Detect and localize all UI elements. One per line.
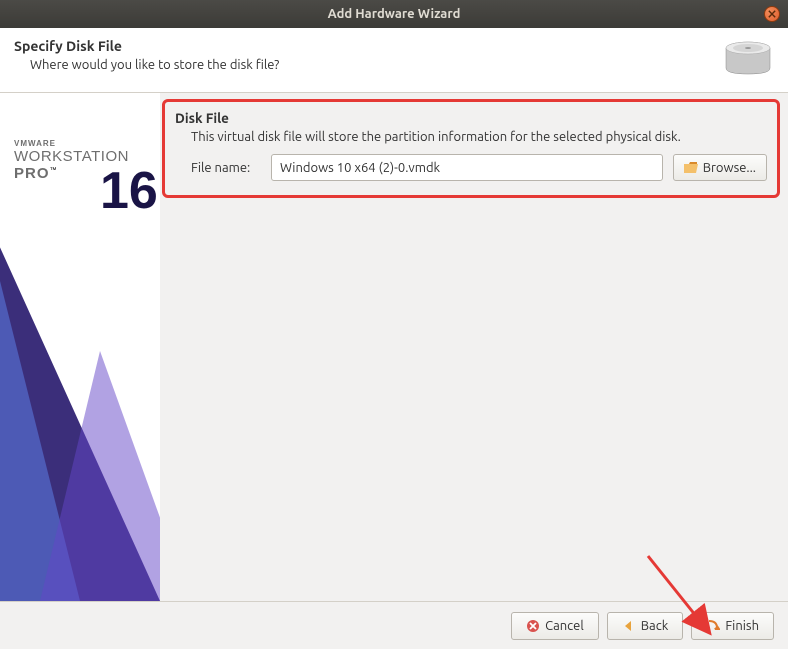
finish-label: Finish bbox=[725, 619, 759, 633]
browse-label: Browse... bbox=[703, 161, 756, 175]
cancel-icon bbox=[526, 619, 540, 633]
back-icon bbox=[622, 619, 636, 633]
browse-button[interactable]: Browse... bbox=[673, 154, 767, 181]
window-title: Add Hardware Wizard bbox=[328, 7, 461, 21]
page-title: Specify Disk File bbox=[14, 38, 279, 54]
version-number: 16 bbox=[100, 161, 158, 221]
back-button[interactable]: Back bbox=[607, 612, 684, 640]
section-title: Disk File bbox=[175, 110, 767, 126]
file-name-input[interactable] bbox=[271, 154, 663, 181]
titlebar: Add Hardware Wizard bbox=[0, 0, 788, 28]
sidebar: VMWARE WORKSTATION PRO™ 16 bbox=[0, 93, 160, 601]
folder-icon bbox=[684, 162, 698, 174]
disk-icon bbox=[724, 38, 772, 78]
content-panel: Disk File This virtual disk file will st… bbox=[160, 93, 788, 601]
close-button[interactable] bbox=[764, 6, 780, 22]
finish-icon bbox=[706, 619, 720, 633]
cancel-button[interactable]: Cancel bbox=[511, 612, 599, 640]
finish-button[interactable]: Finish bbox=[691, 612, 774, 640]
file-name-label: File name: bbox=[191, 161, 261, 175]
cancel-label: Cancel bbox=[545, 619, 584, 633]
page-subtitle: Where would you like to store the disk f… bbox=[30, 58, 279, 72]
footer-buttons: Cancel Back Finish bbox=[0, 601, 788, 649]
back-label: Back bbox=[641, 619, 669, 633]
disk-file-section: Disk File This virtual disk file will st… bbox=[162, 99, 780, 198]
main-area: VMWARE WORKSTATION PRO™ 16 Disk File Thi… bbox=[0, 93, 788, 601]
section-description: This virtual disk file will store the pa… bbox=[191, 130, 767, 144]
header: Specify Disk File Where would you like t… bbox=[0, 28, 788, 93]
